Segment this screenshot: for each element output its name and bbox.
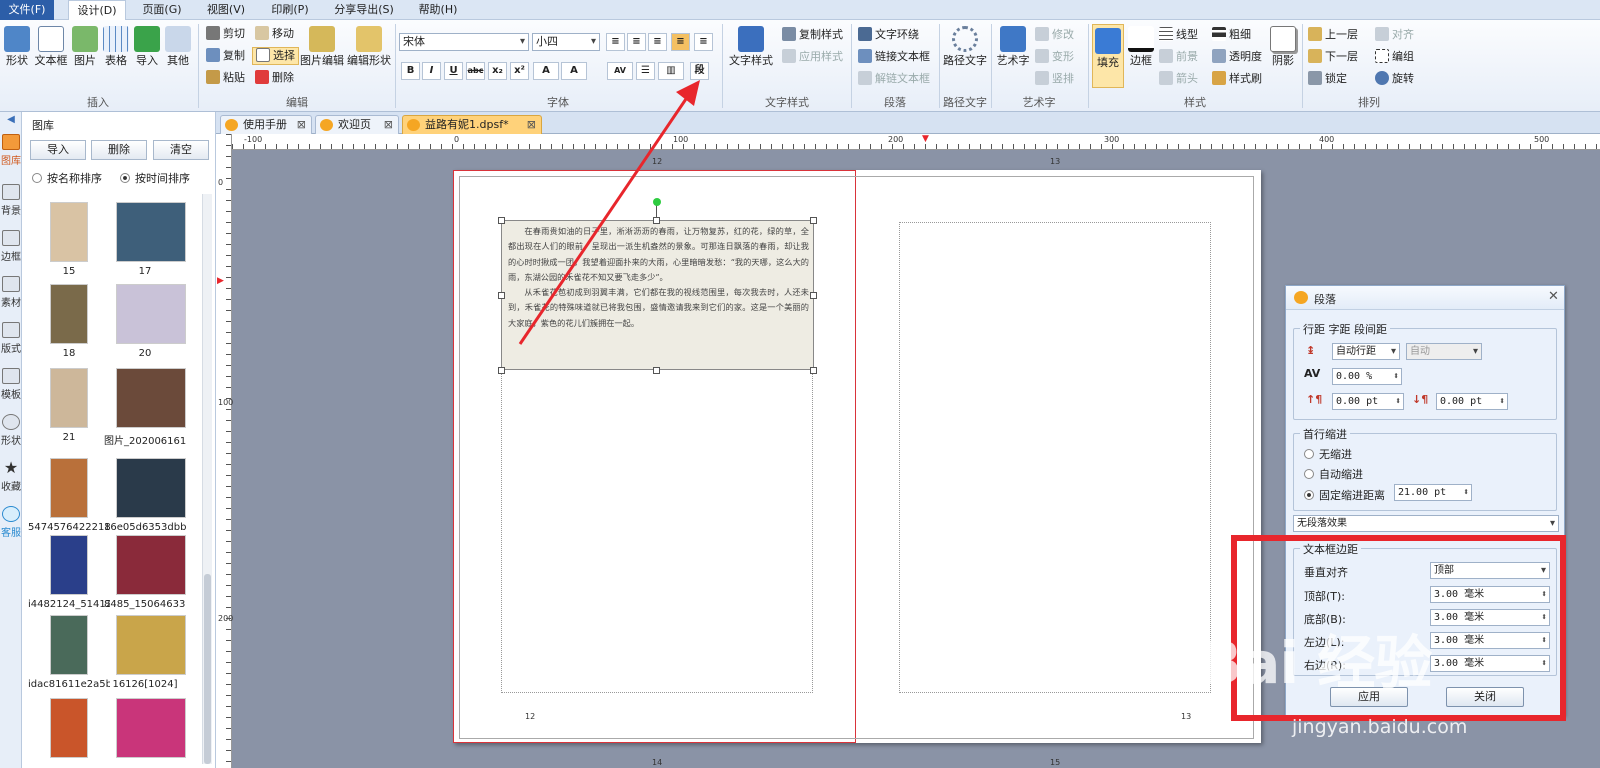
no-indent-radio[interactable]: 无缩进 — [1304, 446, 1352, 462]
line-spacing-select[interactable]: 自动行距 — [1332, 343, 1400, 360]
dialog-titlebar: 段落 ✕ — [1286, 286, 1564, 310]
fixed-indent-input[interactable]: 21.00 pt — [1394, 484, 1472, 501]
radio-circle — [1304, 469, 1314, 479]
line-spacing-value[interactable]: 自动 — [1406, 343, 1482, 360]
fixed-indent-radio[interactable]: 固定缩进距离 — [1304, 487, 1385, 503]
space-before-input[interactable]: 0.00 pt — [1332, 393, 1404, 410]
line-spacing-icon: ↨ — [1306, 344, 1316, 357]
indent-group-label: 首行缩进 — [1300, 426, 1350, 442]
space-after-input[interactable]: 0.00 pt — [1436, 393, 1508, 410]
spacing-group-label: 行距 字距 段间距 — [1300, 321, 1390, 337]
char-spacing-icon: AV — [1304, 367, 1321, 380]
dialog-title: 段落 — [1314, 293, 1336, 306]
space-before-icon: ↑¶ — [1306, 393, 1323, 406]
space-after-icon: ↓¶ — [1412, 393, 1429, 406]
watermark-logo: Bai 经验 — [1198, 629, 1432, 697]
char-spacing-input[interactable]: 0.00 % — [1332, 368, 1402, 385]
close-icon[interactable]: ✕ — [1548, 289, 1559, 304]
radio-circle — [1304, 449, 1314, 459]
paragraph-effect-select[interactable]: 无段落效果 — [1293, 515, 1559, 532]
watermark-url: jingyan.baidu.com — [1292, 716, 1468, 738]
radio-circle — [1304, 490, 1314, 500]
app-logo-icon — [1294, 291, 1308, 304]
auto-indent-radio[interactable]: 自动缩进 — [1304, 466, 1363, 482]
